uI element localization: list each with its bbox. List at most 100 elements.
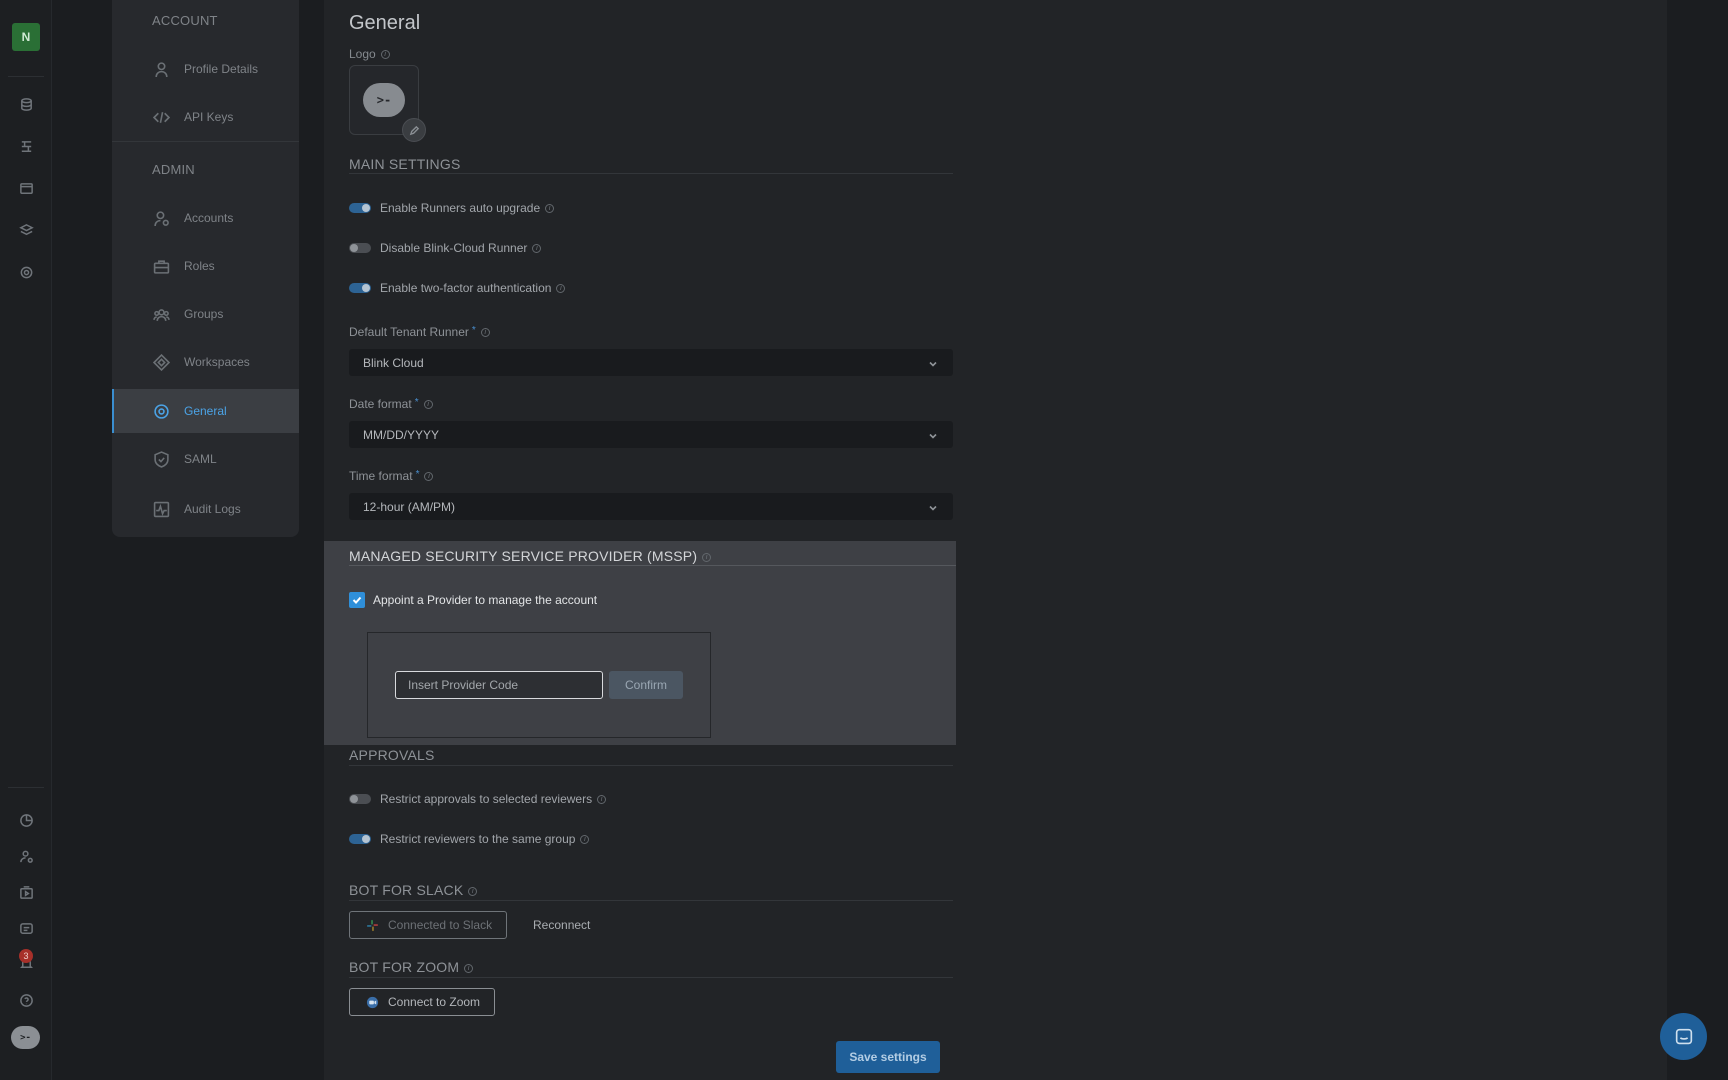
info-icon[interactable]: i: [532, 243, 542, 253]
info-icon[interactable]: i: [580, 834, 590, 844]
default-runner-select[interactable]: Blink Cloud: [349, 349, 953, 376]
workflow-icon[interactable]: [16, 136, 36, 156]
info-icon[interactable]: i: [468, 886, 478, 896]
info-icon[interactable]: i: [423, 400, 433, 410]
nav-item-saml[interactable]: SAML: [112, 437, 299, 481]
play-box-icon[interactable]: [16, 882, 36, 902]
toggle-row-restrict-reviewers: Restrict reviewers to the same group i: [349, 830, 590, 848]
default-runner-label: Default Tenant Runner * i: [349, 325, 490, 339]
nav-item-label: Workspaces: [184, 355, 250, 369]
toggle-row-disable-cloud-runner: Disable Blink-Cloud Runner i: [349, 239, 542, 257]
main-content: General Logo i >- MAIN SETTINGS Enable Ru…: [324, 0, 1667, 1080]
settings-nav: ACCOUNT Profile Details API Keys ADMIN A…: [112, 0, 299, 537]
info-icon[interactable]: i: [545, 203, 555, 213]
nav-item-workspaces[interactable]: Workspaces: [112, 340, 299, 384]
section-divider: [349, 173, 953, 174]
confirm-button[interactable]: Confirm: [609, 671, 683, 699]
blink-logo-text: >-: [20, 1032, 31, 1043]
toggle-label: Enable two-factor authentication: [380, 281, 552, 295]
connected-to-slack-button[interactable]: Connected to Slack: [349, 911, 508, 939]
nav-item-general[interactable]: General: [112, 389, 299, 433]
section-heading-approvals: APPROVALS: [349, 747, 435, 763]
zoom-button-label: Connect to Zoom: [388, 995, 481, 1009]
restrict-approvals-toggle[interactable]: [349, 794, 371, 804]
zoom-icon: [366, 996, 379, 1009]
nav-divider: [112, 141, 299, 142]
info-icon[interactable]: i: [464, 963, 474, 973]
info-icon[interactable]: i: [556, 283, 566, 293]
nav-item-roles[interactable]: Roles: [112, 244, 299, 288]
layers-icon[interactable]: [16, 220, 36, 240]
database-icon[interactable]: [16, 94, 36, 114]
checkmark-icon: [352, 596, 362, 604]
info-icon[interactable]: i: [424, 472, 434, 482]
workspace-avatar[interactable]: N: [12, 23, 40, 51]
slack-icon: [366, 919, 379, 932]
mssp-heading-text: MANAGED SECURITY SERVICE PROVIDER (MSSP): [349, 548, 698, 564]
disable-cloud-runner-toggle[interactable]: [349, 243, 371, 253]
info-icon[interactable]: i: [480, 328, 490, 338]
section-divider: [349, 900, 953, 901]
pie-chart-icon[interactable]: [16, 810, 36, 830]
provider-code-panel: Confirm: [367, 632, 711, 738]
section-divider: [349, 565, 956, 566]
reconnect-slack-button[interactable]: Reconnect: [533, 918, 590, 932]
nav-item-label: Groups: [184, 307, 224, 321]
mssp-section: MANAGED SECURITY SERVICE PROVIDER (MSSP)…: [324, 541, 956, 745]
info-icon[interactable]: i: [380, 50, 390, 60]
rail-divider: [8, 76, 44, 77]
time-format-select[interactable]: 12-hour (AM/PM): [349, 493, 953, 520]
select-value: Blink Cloud: [363, 355, 424, 370]
provider-code-input[interactable]: [395, 671, 603, 699]
section-heading-zoom: BOT FOR ZOOM i: [349, 959, 474, 975]
save-settings-button[interactable]: Save settings: [836, 1041, 940, 1073]
user-settings-icon[interactable]: [16, 846, 36, 866]
chevron-down-icon: [927, 501, 939, 513]
rail-divider: [8, 787, 44, 788]
tasks-icon[interactable]: [16, 918, 36, 938]
field-label-text: Default Tenant Runner: [349, 325, 469, 339]
nav-item-groups[interactable]: Groups: [112, 292, 299, 336]
info-icon[interactable]: i: [597, 794, 607, 804]
nav-item-api-keys[interactable]: API Keys: [112, 95, 299, 139]
edit-logo-button[interactable]: [402, 118, 426, 142]
toggle-label: Enable Runners auto upgrade: [380, 201, 541, 215]
window-icon[interactable]: [16, 178, 36, 198]
shield-icon: [152, 450, 170, 468]
nav-item-accounts[interactable]: Accounts: [112, 196, 299, 240]
pencil-icon: [409, 125, 419, 135]
date-format-select[interactable]: MM/DD/YYYY: [349, 421, 953, 448]
required-marker: *: [415, 469, 420, 480]
field-label-text: Time format: [349, 469, 413, 483]
slack-heading-text: BOT FOR SLACK: [349, 882, 464, 898]
notification-badge: 3: [19, 949, 33, 963]
page-title: General: [349, 12, 421, 34]
nav-item-label: Audit Logs: [184, 502, 241, 516]
blink-logo[interactable]: >-: [11, 1026, 40, 1049]
appoint-provider-label: Appoint a Provider to manage the account: [373, 593, 598, 607]
logo-label-text: Logo: [349, 47, 376, 61]
toggle-label: Disable Blink-Cloud Runner: [380, 241, 528, 255]
nav-item-audit-logs[interactable]: Audit Logs: [112, 487, 299, 531]
two-factor-toggle[interactable]: [349, 283, 371, 293]
appoint-provider-checkbox[interactable]: [349, 592, 365, 608]
briefcase-icon: [152, 257, 170, 275]
toggle-label: Restrict approvals to selected reviewers: [380, 792, 593, 806]
user-icon: [152, 60, 170, 78]
chevron-down-icon: [927, 357, 939, 369]
logo-label: Logo i: [349, 47, 390, 61]
info-icon[interactable]: i: [702, 552, 712, 562]
runners-auto-upgrade-toggle[interactable]: [349, 203, 371, 213]
toggle-label: Restrict reviewers to the same group: [380, 832, 576, 846]
restrict-reviewers-toggle[interactable]: [349, 834, 371, 844]
chat-icon: [1675, 1028, 1692, 1044]
section-heading-main-settings: MAIN SETTINGS: [349, 156, 461, 172]
section-heading-slack: BOT FOR SLACK i: [349, 882, 478, 898]
chat-support-button[interactable]: [1660, 1013, 1707, 1060]
nav-item-label: Accounts: [184, 211, 234, 225]
help-icon[interactable]: [16, 990, 36, 1010]
settings-icon[interactable]: [16, 262, 36, 282]
chevron-down-icon: [927, 429, 939, 441]
nav-item-profile-details[interactable]: Profile Details: [112, 47, 299, 91]
connect-to-zoom-button[interactable]: Connect to Zoom: [349, 988, 496, 1016]
